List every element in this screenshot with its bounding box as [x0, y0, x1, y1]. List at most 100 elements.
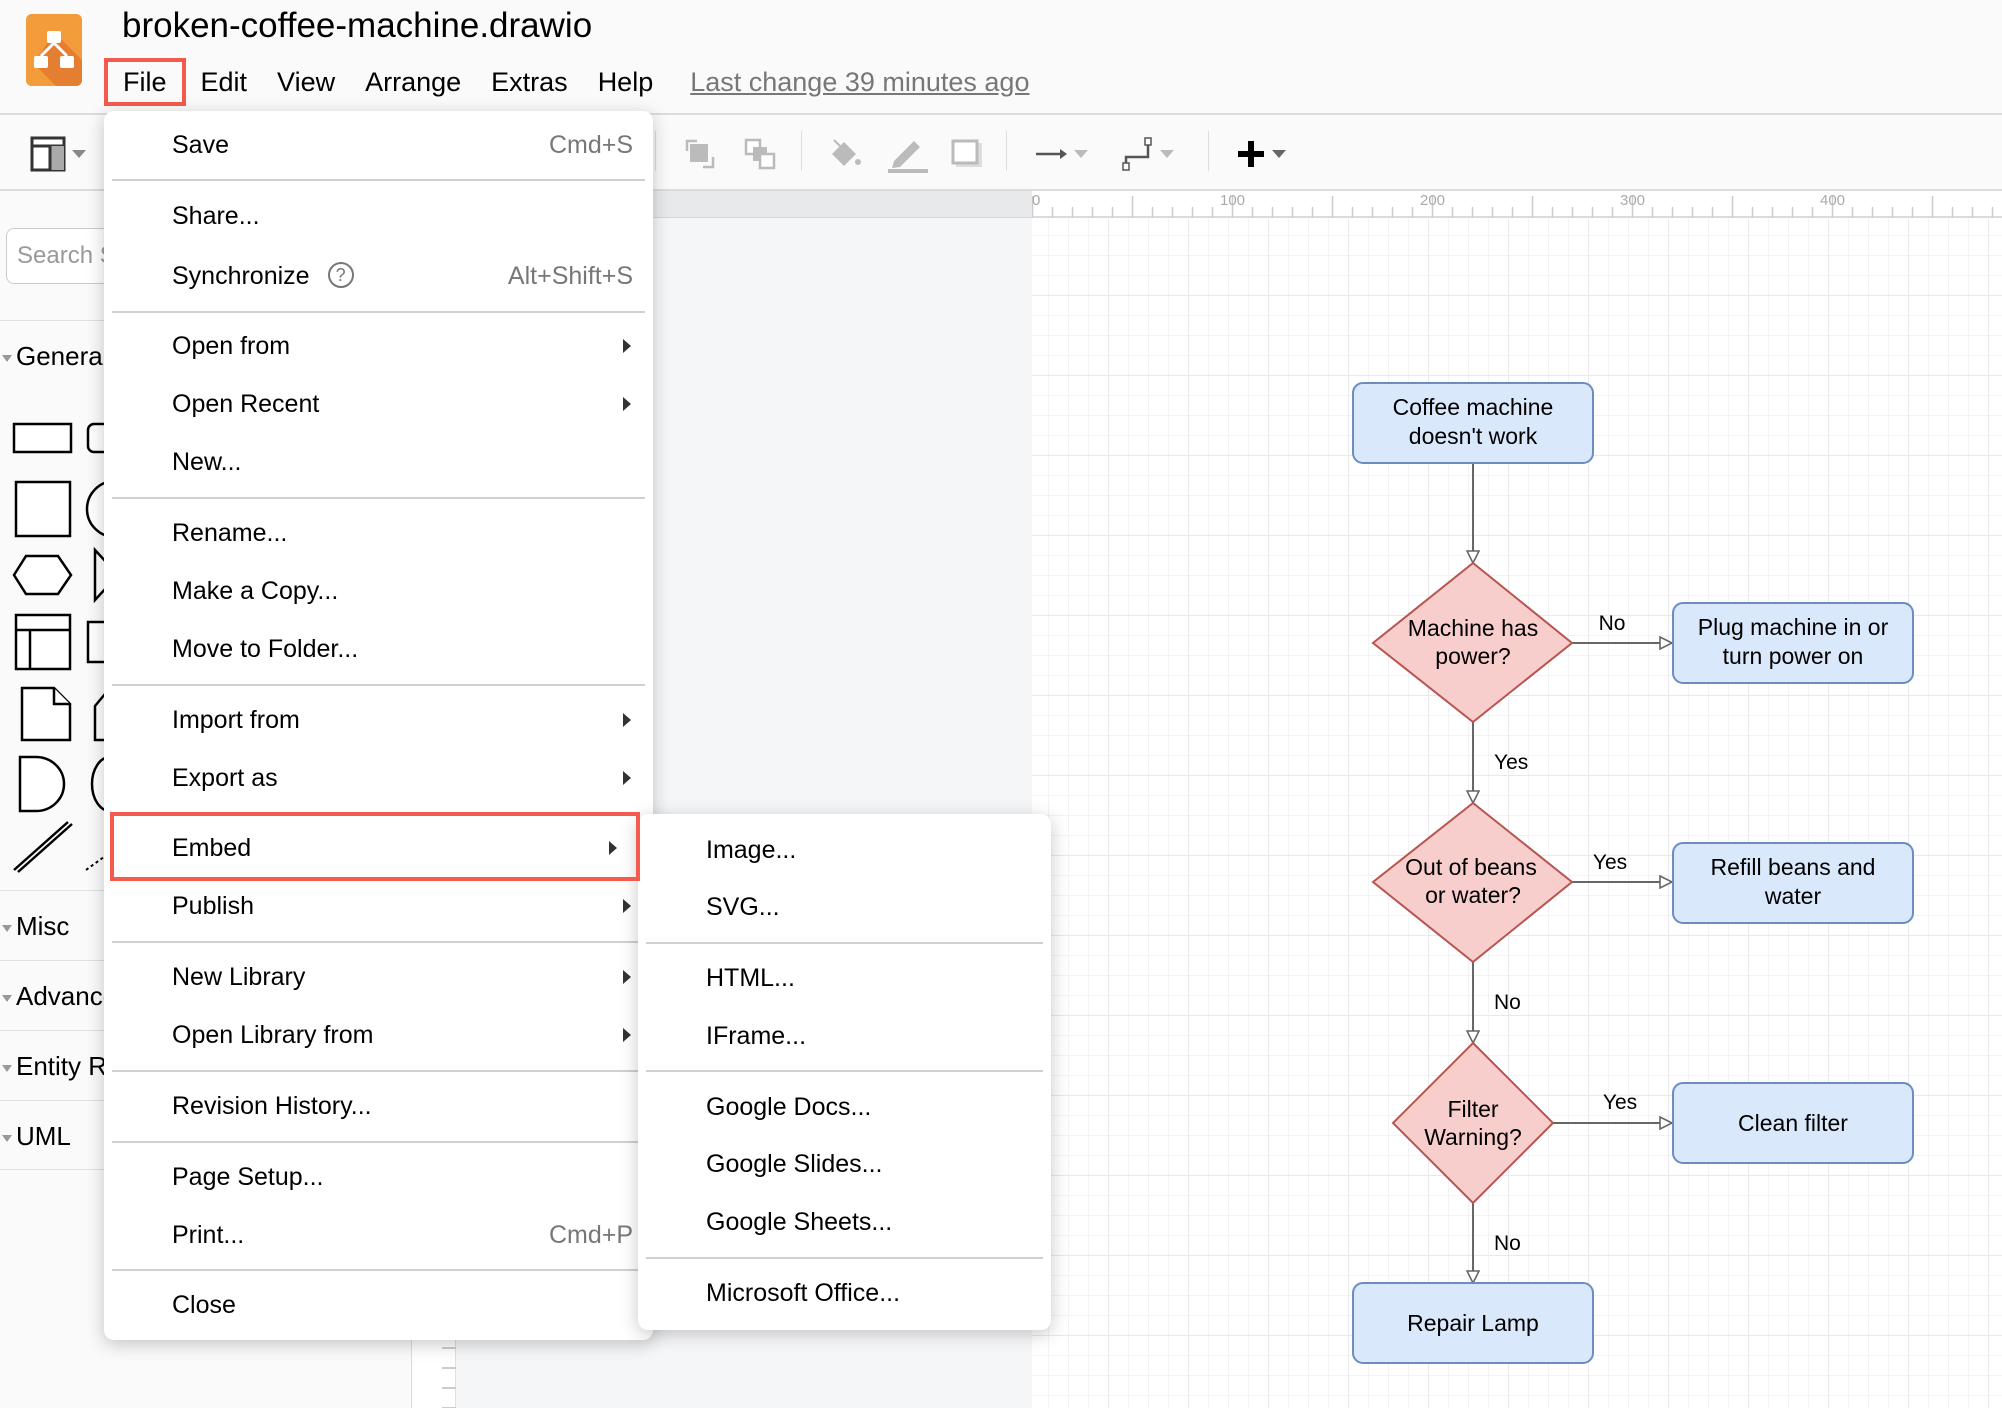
submenu-item-google-slides[interactable]: Google Slides...: [638, 1135, 1051, 1193]
waypoints-icon: [1122, 137, 1152, 171]
menu-item-rename[interactable]: Rename...: [104, 504, 653, 562]
toolbar-divider: [1006, 131, 1007, 171]
node-label: Filter: [1447, 1096, 1498, 1122]
waypoints-button[interactable]: [1122, 135, 1174, 173]
menu-item-close[interactable]: Close: [104, 1276, 653, 1334]
shortcut-label: Cmd+S: [548, 131, 633, 159]
submenu-item-microsoft-office[interactable]: Microsoft Office...: [638, 1264, 1051, 1322]
format-panel-icon: [30, 136, 66, 172]
menu-item-page-setup[interactable]: Page Setup...: [104, 1148, 653, 1206]
shape-hexagon[interactable]: [12, 554, 73, 596]
submenu-arrow-icon: [623, 397, 631, 411]
submenu-item-image[interactable]: Image...: [638, 821, 1051, 879]
menu-separator: [646, 1257, 1043, 1259]
insert-plus-icon: [1238, 141, 1264, 167]
shape-square[interactable]: [14, 480, 72, 538]
shape-document[interactable]: [20, 686, 72, 742]
node-decision-power[interactable]: Machine has power?: [1371, 561, 1574, 724]
node-label: power?: [1435, 643, 1510, 669]
menu-item-embed[interactable]: Embed: [104, 819, 639, 877]
section-label: General: [16, 341, 109, 371]
shadow-button[interactable]: [950, 135, 984, 173]
drawio-logo-icon: [26, 14, 82, 86]
menu-item-label: IFrame...: [706, 1022, 807, 1050]
ruler-label: 0: [1032, 192, 1041, 209]
last-change-link[interactable]: Last change 39 minutes ago: [690, 67, 1029, 98]
to-back-button[interactable]: [743, 135, 777, 173]
menu-item-make-a-copy[interactable]: Make a Copy...: [104, 562, 653, 620]
chevron-down-icon: [1160, 150, 1174, 158]
node-label: Warning?: [1424, 1124, 1522, 1150]
menu-item-label: HTML...: [706, 964, 795, 992]
submenu-item-svg[interactable]: SVG...: [638, 878, 1051, 936]
connection-style-button[interactable]: [1034, 135, 1088, 173]
submenu-arrow-icon: [623, 339, 631, 353]
menu-item-open-recent[interactable]: Open Recent: [104, 375, 653, 433]
submenu-arrow-icon: [623, 771, 631, 785]
menu-item-synchronize[interactable]: Synchronize? Alt+Shift+S: [104, 247, 653, 305]
submenu-item-google-docs[interactable]: Google Docs...: [638, 1078, 1051, 1136]
menu-separator: [646, 1070, 1043, 1072]
insert-button[interactable]: [1236, 135, 1286, 173]
menu-item-new[interactable]: New...: [104, 433, 653, 491]
format-panel-button[interactable]: [30, 135, 86, 173]
node-start[interactable]: Coffee machine doesn't work: [1352, 382, 1594, 464]
menu-item-label: Move to Folder...: [172, 635, 359, 663]
help-icon[interactable]: ?: [327, 262, 354, 289]
submenu-item-iframe[interactable]: IFrame...: [638, 1007, 1051, 1065]
node-repair[interactable]: Repair Lamp: [1352, 1282, 1594, 1364]
menu-item-label: Open Recent: [172, 390, 320, 418]
menu-item-move-to-folder[interactable]: Move to Folder...: [104, 620, 653, 678]
menu-separator: [112, 1269, 645, 1271]
node-refill[interactable]: Refill beans and water: [1672, 842, 1914, 924]
shape-container[interactable]: [14, 613, 72, 671]
menu-file[interactable]: File: [104, 58, 186, 106]
file-menu: Save Cmd+S Share... Synchronize? Alt+Shift…: [104, 111, 653, 1340]
fill-color-button[interactable]: [828, 135, 864, 173]
menu-item-share[interactable]: Share...: [104, 187, 653, 245]
shape-line[interactable]: [13, 821, 69, 871]
menu-item-label: Microsoft Office...: [706, 1279, 901, 1307]
submenu-item-html[interactable]: HTML...: [638, 949, 1051, 1007]
menu-item-label: Open Library from: [172, 1021, 374, 1049]
menu-separator: [112, 179, 645, 181]
menu-item-label: Export as: [172, 764, 278, 792]
line-color-button[interactable]: [886, 135, 930, 173]
node-decision-beans[interactable]: Out of beans or water?: [1371, 801, 1574, 964]
menu-extras[interactable]: Extras: [476, 58, 583, 106]
chevron-down-icon: [1272, 150, 1286, 158]
menu-item-print[interactable]: Print... Cmd+P: [104, 1206, 653, 1264]
node-clean[interactable]: Clean filter: [1672, 1082, 1914, 1164]
menu-item-revision-history[interactable]: Revision History...: [104, 1077, 653, 1135]
shortcut-label: Alt+Shift+S: [507, 262, 633, 290]
submenu-item-google-sheets[interactable]: Google Sheets...: [638, 1193, 1051, 1251]
shape-rectangle[interactable]: [12, 422, 73, 454]
edge-label: No: [1494, 991, 1521, 1014]
edge-label: No: [1494, 1232, 1521, 1255]
node-label: Repair Lamp: [1407, 1310, 1539, 1336]
menu-item-import-from[interactable]: Import from: [104, 691, 653, 749]
menu-item-export-as[interactable]: Export as: [104, 749, 653, 807]
shape-delay[interactable]: [18, 755, 66, 813]
to-front-button[interactable]: [683, 135, 717, 173]
collapse-icon: [2, 994, 12, 1002]
menu-help[interactable]: Help: [583, 58, 669, 106]
menu-item-publish[interactable]: Publish: [104, 877, 653, 935]
menu-view[interactable]: View: [262, 58, 350, 106]
menu-item-open-from[interactable]: Open from: [104, 317, 653, 375]
node-decision-filter[interactable]: Filter Warning?: [1391, 1041, 1555, 1205]
menu-item-save[interactable]: Save Cmd+S: [104, 116, 653, 174]
menu-item-label: Google Sheets...: [706, 1208, 893, 1236]
to-back-icon: [744, 138, 776, 170]
document-title[interactable]: broken-coffee-machine.drawio: [122, 4, 592, 48]
node-plug[interactable]: Plug machine in or turn power on: [1672, 602, 1914, 684]
shadow-icon: [951, 139, 982, 167]
toolbar-divider: [1208, 131, 1209, 171]
menu-edit[interactable]: Edit: [186, 58, 263, 106]
section-label: UML: [16, 1121, 71, 1151]
menu-arrange[interactable]: Arrange: [350, 58, 476, 106]
node-label: or water?: [1425, 882, 1521, 908]
menu-item-open-library-from[interactable]: Open Library from: [104, 1006, 653, 1064]
edge-label: Yes: [1494, 751, 1528, 774]
menu-item-new-library[interactable]: New Library: [104, 948, 653, 1006]
